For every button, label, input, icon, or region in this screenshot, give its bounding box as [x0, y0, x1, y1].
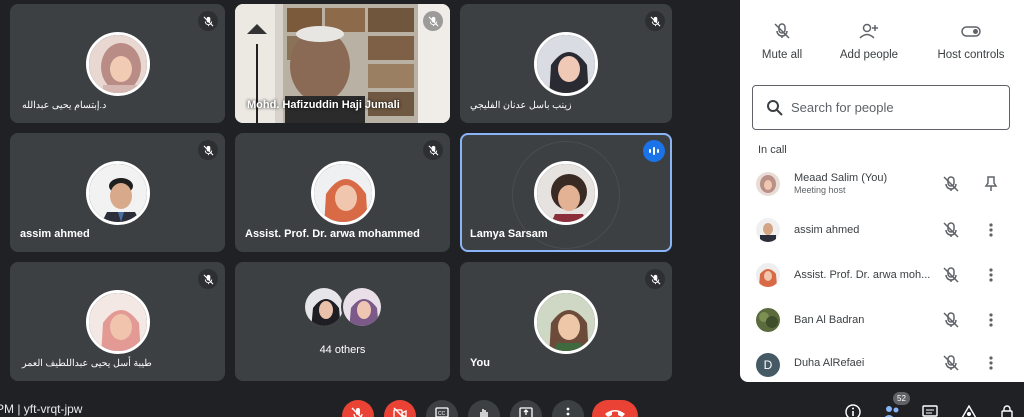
- mic-off-icon: [645, 269, 665, 289]
- participant-count-badge: 52: [893, 392, 910, 405]
- participant-name: assim ahmed: [20, 228, 90, 240]
- avatar: [756, 263, 780, 287]
- person-role: Meeting host: [794, 185, 846, 195]
- avatar: [534, 161, 598, 225]
- end-call-button[interactable]: [592, 400, 638, 417]
- search-placeholder: Search for people: [791, 100, 894, 115]
- avatar: [756, 218, 780, 242]
- search-input[interactable]: Search for people: [752, 85, 1010, 130]
- mute-all-label: Mute all: [761, 49, 803, 61]
- participant-tile[interactable]: assim ahmed: [10, 133, 225, 252]
- avatar: D: [756, 353, 780, 377]
- avatar: [341, 286, 383, 328]
- add-people-button[interactable]: Add people: [824, 22, 914, 61]
- avatar: [756, 308, 780, 332]
- active-speaker-tile[interactable]: Lamya Sarsam: [460, 133, 672, 252]
- captions-icon: CC: [435, 407, 449, 417]
- pin-icon[interactable]: [982, 175, 1000, 193]
- people-icon[interactable]: [883, 405, 901, 417]
- mic-off-icon: [198, 269, 218, 289]
- others-count: 44 others: [319, 344, 366, 356]
- participant-name: زينب باسل عدنان الفليجي: [470, 100, 572, 111]
- person-name: Assist. Prof. Dr. arwa moh...: [794, 269, 931, 281]
- avatar: [303, 286, 345, 328]
- mic-off-icon: [645, 11, 665, 31]
- participant-tile[interactable]: زينب باسل عدنان الفليجي: [460, 4, 672, 123]
- self-tile[interactable]: You: [460, 262, 672, 381]
- mic-off-icon: [198, 140, 218, 160]
- avatar: [534, 32, 598, 96]
- participant-tile[interactable]: د.إبتسام يحيى عبدالله: [10, 4, 225, 123]
- add-people-label: Add people: [839, 49, 899, 61]
- participant-name: You: [470, 357, 490, 369]
- person-row[interactable]: D Duha AlRefaei: [740, 345, 1024, 385]
- more-vert-icon[interactable]: [982, 354, 1000, 372]
- participant-tile[interactable]: طيبة أسل يحيى عبداللطيف العمر: [10, 262, 225, 381]
- activities-icon[interactable]: [961, 405, 977, 417]
- person-name: assim ahmed: [794, 224, 860, 236]
- mic-off-icon: [351, 407, 363, 417]
- participant-video-tile[interactable]: Mohd. Hafizuddin Haji Jumali: [235, 4, 450, 123]
- toggle-icon: [961, 26, 981, 37]
- more-vert-icon: [566, 407, 570, 416]
- mic-off-icon[interactable]: [942, 311, 960, 329]
- mic-off-icon: [774, 23, 790, 39]
- mic-off-icon[interactable]: [942, 354, 960, 372]
- participant-name: Lamya Sarsam: [470, 228, 548, 240]
- participant-name: طيبة أسل يحيى عبداللطيف العمر: [22, 358, 152, 369]
- avatar: [85, 290, 150, 354]
- person-name: Duha AlRefaei: [794, 357, 865, 369]
- person-row[interactable]: assim ahmed: [740, 210, 1024, 250]
- add-person-icon: [859, 23, 878, 39]
- avatar: [756, 172, 780, 196]
- mic-off-icon: [198, 11, 218, 31]
- avatar: [85, 32, 150, 96]
- host-controls-label: Host controls: [937, 49, 1005, 61]
- mic-off-icon: [423, 11, 443, 31]
- participant-name: Assist. Prof. Dr. arwa mohammed: [245, 228, 420, 240]
- meeting-code: PM | yft-vrqt-jpw: [0, 402, 83, 416]
- participant-name: د.إبتسام يحيى عبدالله: [22, 100, 107, 111]
- chat-icon[interactable]: [922, 405, 938, 417]
- person-row[interactable]: Assist. Prof. Dr. arwa moh...: [740, 255, 1024, 295]
- mic-off-icon[interactable]: [942, 221, 960, 239]
- host-controls-button[interactable]: Host controls: [926, 22, 1016, 61]
- mic-off-icon: [423, 140, 443, 160]
- mic-off-icon[interactable]: [942, 175, 960, 193]
- more-vert-icon[interactable]: [982, 266, 1000, 284]
- speaking-icon: [643, 140, 665, 162]
- participant-name: Mohd. Hafizuddin Haji Jumali: [247, 99, 400, 111]
- person-row[interactable]: Meaad Salim (You) Meeting host: [740, 164, 1024, 204]
- participant-tile[interactable]: Assist. Prof. Dr. arwa mohammed: [235, 133, 450, 252]
- lock-icon[interactable]: [1000, 405, 1014, 417]
- people-panel: Mute all Add people Host controls Search…: [740, 0, 1024, 382]
- meet-stage: د.إبتسام يحيى عبدالله Mohd. Hafizuddin H…: [0, 0, 1024, 417]
- avatar: [85, 161, 150, 225]
- more-vert-icon[interactable]: [982, 311, 1000, 329]
- cam-off-icon: [393, 407, 407, 417]
- in-call-heading: In call: [758, 144, 787, 156]
- hand-icon: [480, 409, 488, 417]
- more-vert-icon[interactable]: [982, 221, 1000, 239]
- person-name: Ban Al Badran: [794, 314, 865, 326]
- mic-off-icon[interactable]: [942, 266, 960, 284]
- mute-all-button[interactable]: Mute all: [737, 22, 827, 61]
- info-icon[interactable]: [845, 404, 861, 417]
- end-call-icon: [605, 410, 625, 417]
- search-icon: [767, 100, 783, 116]
- person-name: Meaad Salim (You): [794, 172, 888, 184]
- avatar: [534, 290, 598, 354]
- present-icon: [519, 407, 533, 417]
- person-row[interactable]: Ban Al Badran: [740, 300, 1024, 340]
- avatar: [310, 161, 375, 225]
- others-tile[interactable]: 44 others: [235, 262, 450, 381]
- svg-text:CC: CC: [438, 411, 446, 417]
